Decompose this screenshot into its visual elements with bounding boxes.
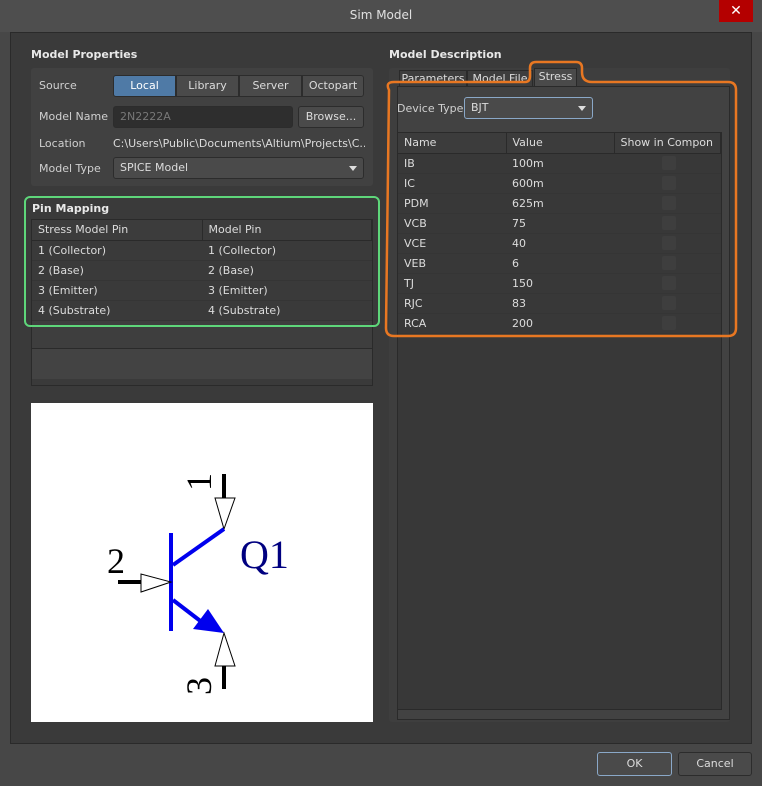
- model-name-field[interactable]: 2N2222A: [113, 106, 293, 128]
- tab-model-file[interactable]: Model File: [467, 70, 533, 87]
- model-type-label: Model Type: [39, 162, 101, 175]
- table-row[interactable]: VEB 6: [398, 253, 721, 274]
- pin-mapping-table: Stress Model Pin Model Pin 1 (Collector) 1…: [31, 219, 373, 386]
- param-name-cell: RJC: [398, 293, 506, 314]
- show-in-component-checkbox[interactable]: [662, 176, 676, 190]
- param-value-cell[interactable]: 600m: [506, 173, 614, 194]
- tab-parameters[interactable]: Parameters: [399, 70, 467, 87]
- show-in-component-checkbox[interactable]: [662, 276, 676, 290]
- location-value: C:\Users\Public\Documents\Altium\Project…: [113, 137, 365, 150]
- chevron-down-icon: [349, 166, 357, 171]
- tab-stress[interactable]: Stress: [534, 68, 577, 87]
- window-title: Sim Model: [349, 8, 413, 22]
- pin3-label: 3: [179, 677, 219, 695]
- model-properties-heading: Model Properties: [31, 48, 138, 61]
- column-header-value[interactable]: Value: [506, 133, 615, 154]
- model-type-value: SPICE Model: [120, 161, 189, 174]
- param-name-cell: VCB: [398, 213, 506, 234]
- model-pin-cell[interactable]: 3 (Emitter): [202, 280, 372, 301]
- table-row[interactable]: VCE 40: [398, 233, 721, 254]
- table-row[interactable]: RJC 83: [398, 293, 721, 314]
- model-name-label: Model Name: [39, 110, 108, 123]
- source-label: Source: [39, 79, 77, 92]
- show-in-component-checkbox[interactable]: [662, 256, 676, 270]
- table-row[interactable]: IC 600m: [398, 173, 721, 194]
- show-in-component-checkbox[interactable]: [662, 316, 676, 330]
- stress-table: Name Value Show in Compon IB 100m IC 600m PDM 6…: [397, 132, 722, 710]
- stress-pin-cell: 4 (Substrate): [32, 300, 202, 321]
- table-row[interactable]: TJ 150: [398, 273, 721, 294]
- source-server-button[interactable]: Server: [239, 75, 302, 97]
- stress-pin-cell: 3 (Emitter): [32, 280, 202, 301]
- device-type-label: Device Type: [397, 102, 464, 115]
- show-in-component-checkbox[interactable]: [662, 156, 676, 170]
- table-row[interactable]: IB 100m: [398, 153, 721, 174]
- device-type-select[interactable]: BJT: [464, 97, 593, 119]
- param-value-cell[interactable]: 200: [506, 313, 614, 334]
- param-name-cell: PDM: [398, 193, 506, 214]
- param-name-cell: IB: [398, 153, 506, 174]
- model-pin-cell[interactable]: 2 (Base): [202, 260, 372, 281]
- pin2-label: 2: [107, 541, 125, 581]
- table-row[interactable]: 1 (Collector) 1 (Collector): [32, 240, 372, 261]
- param-name-cell: RCA: [398, 313, 506, 334]
- transistor-symbol: 1 2 3 Q1: [107, 473, 289, 695]
- param-name-cell: TJ: [398, 273, 506, 294]
- source-octopart-button[interactable]: Octopart: [302, 75, 364, 97]
- table-row[interactable]: RCA 200: [398, 313, 721, 334]
- column-header-stress-model-pin[interactable]: Stress Model Pin: [32, 220, 203, 241]
- stress-pin-cell: 1 (Collector): [32, 240, 202, 261]
- model-pin-cell[interactable]: 1 (Collector): [202, 240, 372, 261]
- param-value-cell[interactable]: 75: [506, 213, 614, 234]
- table-row[interactable]: PDM 625m: [398, 193, 721, 214]
- show-in-component-checkbox[interactable]: [662, 236, 676, 250]
- source-library-button[interactable]: Library: [176, 75, 239, 97]
- pin2-arrow: [140, 573, 173, 593]
- pin-mapping-heading: Pin Mapping: [32, 202, 110, 215]
- source-local-button[interactable]: Local: [113, 75, 176, 97]
- param-value-cell[interactable]: 83: [506, 293, 614, 314]
- column-header-model-pin[interactable]: Model Pin: [202, 220, 372, 241]
- collector-line: [171, 527, 226, 567]
- show-in-component-checkbox[interactable]: [662, 196, 676, 210]
- model-type-select[interactable]: SPICE Model: [113, 157, 364, 179]
- table-row[interactable]: 4 (Substrate) 4 (Substrate): [32, 300, 372, 321]
- param-name-cell: VEB: [398, 253, 506, 274]
- pin1-arrow: [214, 497, 236, 531]
- param-value-cell[interactable]: 150: [506, 273, 614, 294]
- param-value-cell[interactable]: 40: [506, 233, 614, 254]
- show-in-component-checkbox[interactable]: [662, 296, 676, 310]
- model-pin-cell[interactable]: 4 (Substrate): [202, 300, 372, 321]
- table-row[interactable]: VCB 75: [398, 213, 721, 234]
- browse-button[interactable]: Browse...: [298, 106, 364, 128]
- table-row[interactable]: 3 (Emitter) 3 (Emitter): [32, 280, 372, 301]
- stress-pin-cell: 2 (Base): [32, 260, 202, 281]
- cancel-button[interactable]: Cancel: [678, 752, 752, 776]
- param-name-cell: IC: [398, 173, 506, 194]
- chevron-down-icon: [578, 106, 586, 111]
- column-header-name[interactable]: Name: [398, 133, 507, 154]
- param-value-cell[interactable]: 100m: [506, 153, 614, 174]
- show-in-component-checkbox[interactable]: [662, 216, 676, 230]
- emitter-line: [171, 598, 205, 625]
- pin1-label: 1: [179, 473, 219, 491]
- close-button[interactable]: ✕: [719, 0, 753, 22]
- location-label: Location: [39, 137, 86, 150]
- designator-label: Q1: [240, 532, 289, 577]
- ok-button[interactable]: OK: [597, 752, 672, 776]
- param-value-cell[interactable]: 625m: [506, 193, 614, 214]
- model-description-heading: Model Description: [389, 48, 502, 61]
- param-value-cell[interactable]: 6: [506, 253, 614, 274]
- param-name-cell: VCE: [398, 233, 506, 254]
- column-header-show-in-component[interactable]: Show in Compon: [614, 133, 721, 154]
- table-row[interactable]: 2 (Base) 2 (Base): [32, 260, 372, 281]
- symbol-preview: 1 2 3 Q1: [31, 403, 373, 722]
- device-type-value: BJT: [471, 101, 489, 114]
- pin3-arrow: [214, 631, 236, 667]
